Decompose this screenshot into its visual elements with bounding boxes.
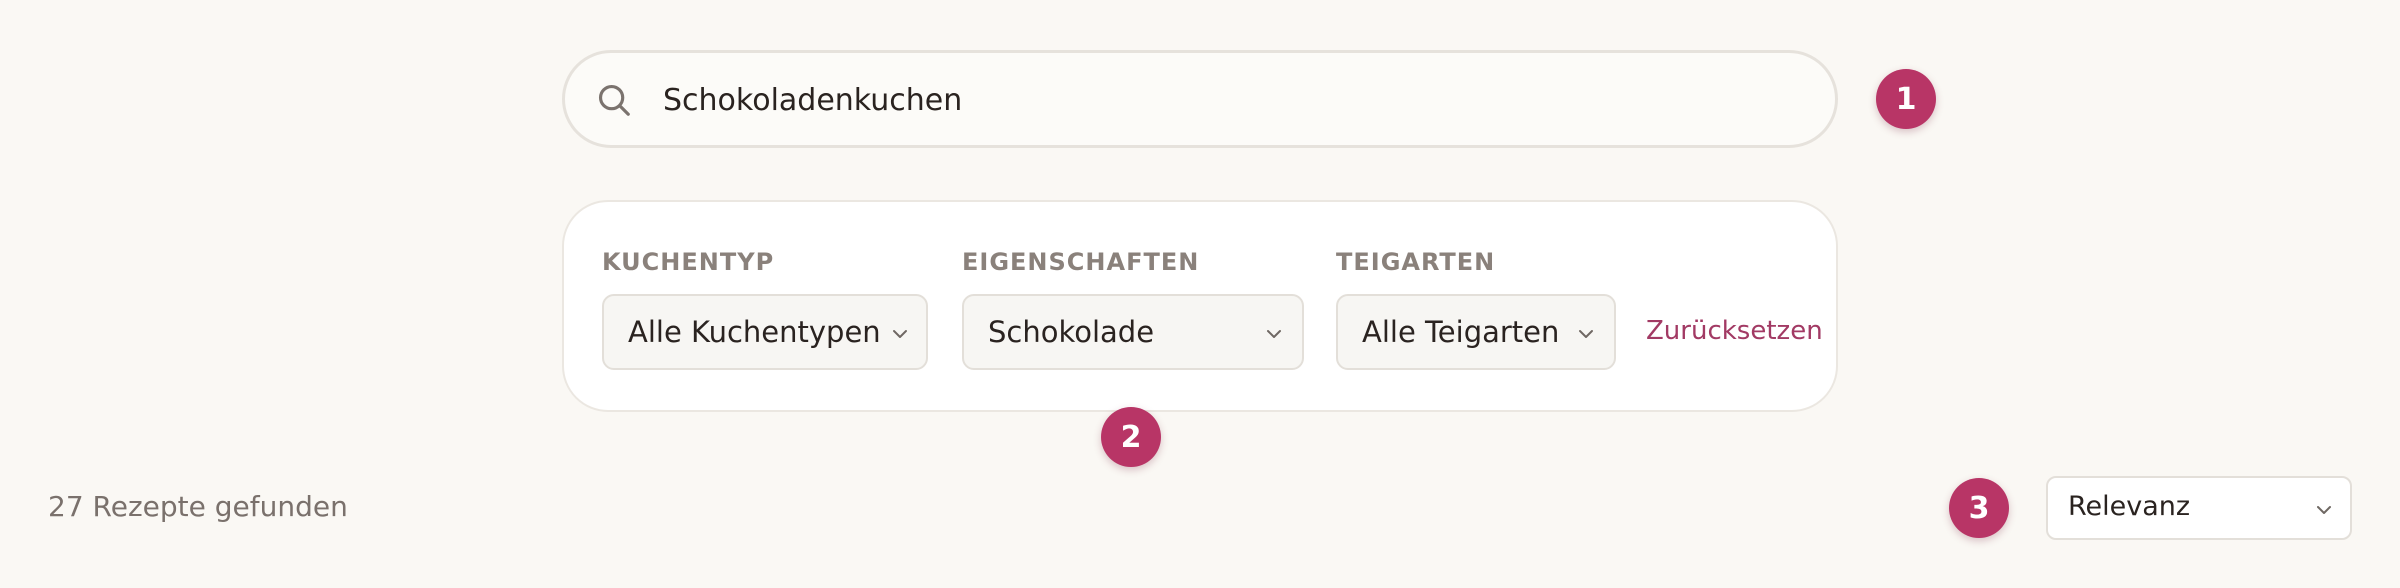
teigarten-select[interactable]: Alle Teigarten (1336, 294, 1616, 370)
teigarten-select-value: Alle Teigarten (1362, 315, 1560, 349)
kuchentyp-select-value: Alle Kuchentypen (628, 315, 881, 349)
filter-label-kuchentyp: KUCHENTYP (602, 248, 775, 276)
eigenschaften-select[interactable]: Schokolade (962, 294, 1304, 370)
recipe-search-page: 1 KUCHENTYP Alle Kuchentypen EIGENSCHAFT… (0, 0, 2400, 588)
chevron-down-icon (893, 330, 907, 338)
eigenschaften-select-value: Schokolade (988, 315, 1155, 349)
step-badge-1: 1 (1876, 69, 1936, 129)
chevron-down-icon (1267, 330, 1281, 338)
filter-label-teigarten: TEIGARTEN (1336, 248, 1496, 276)
chevron-down-icon (2317, 506, 2331, 514)
reset-filters-link[interactable]: Zurücksetzen (1646, 316, 1823, 346)
search-bar[interactable] (562, 50, 1838, 148)
kuchentyp-select[interactable]: Alle Kuchentypen (602, 294, 928, 370)
search-input[interactable] (663, 75, 1803, 125)
result-count: 27 Rezepte gefunden (48, 490, 348, 523)
sort-select-value: Relevanz (2068, 491, 2191, 522)
chevron-down-icon (1579, 330, 1593, 338)
step-badge-3: 3 (1949, 478, 2009, 538)
filter-label-eigenschaften: EIGENSCHAFTEN (962, 248, 1200, 276)
sort-select[interactable]: Relevanz (2046, 476, 2352, 540)
search-icon (598, 84, 630, 116)
step-badge-2: 2 (1101, 407, 1161, 467)
filter-panel: KUCHENTYP Alle Kuchentypen EIGENSCHAFTEN… (562, 200, 1838, 412)
